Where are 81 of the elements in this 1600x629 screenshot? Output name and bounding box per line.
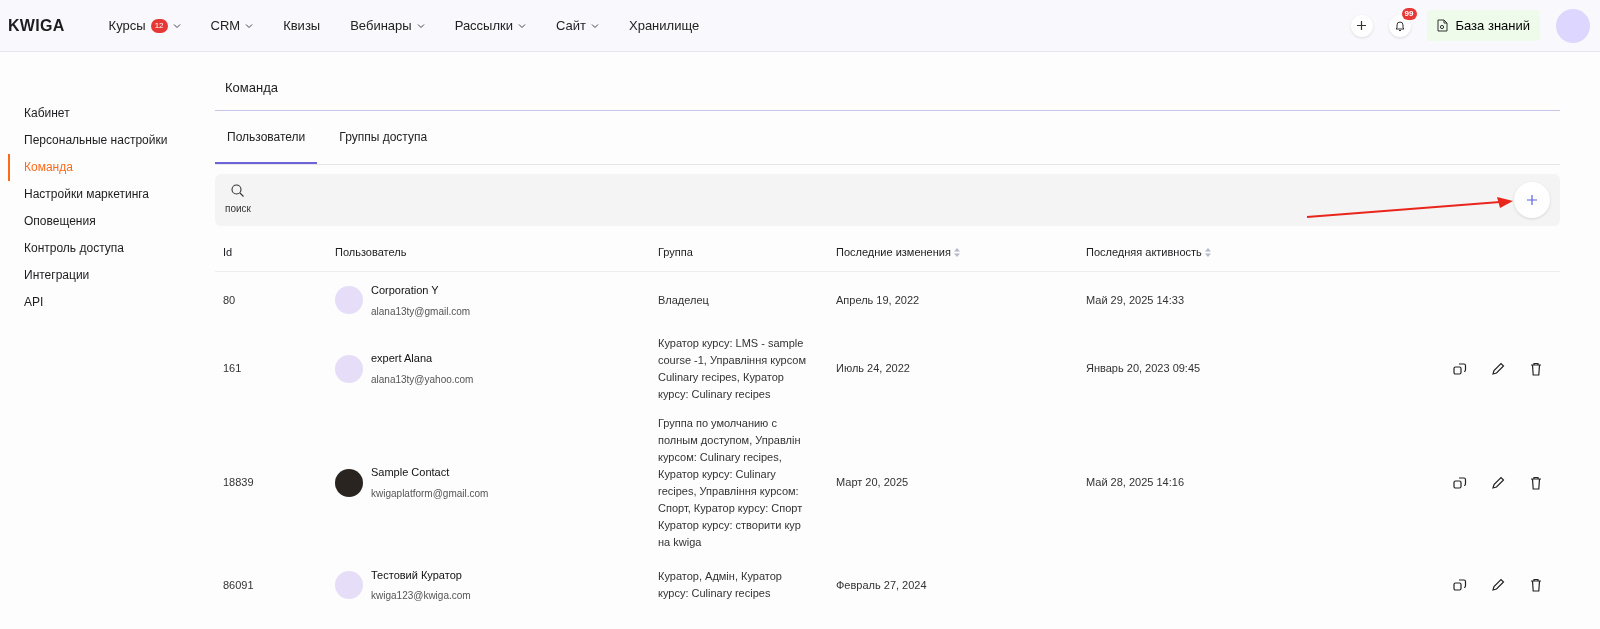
notifications-button[interactable] xyxy=(1388,14,1411,37)
sidebar-item[interactable]: Интеграции xyxy=(8,262,215,289)
sidebar-item[interactable]: Оповещения xyxy=(8,208,215,235)
group-text: курсом: Culinary recipes, xyxy=(658,449,783,465)
user-name: Corporation Y xyxy=(371,283,440,298)
copy-icon[interactable] xyxy=(1452,360,1468,377)
table-cell-text: Январь 20, 2023 09:45 xyxy=(1085,361,1202,377)
sidebar-item[interactable]: Контроль доступа xyxy=(8,235,215,262)
copy-icon[interactable] xyxy=(1452,474,1468,491)
plus-icon xyxy=(1357,21,1366,30)
delete-icon[interactable] xyxy=(1528,360,1544,377)
table-cell: Апрель 19, 2022 xyxy=(828,271,1078,329)
nav-link[interactable]: Сайт xyxy=(556,15,599,36)
table-cell-text: 18839 xyxy=(222,475,255,491)
notification-badge: 99 xyxy=(1401,7,1417,20)
knowledge-base-button[interactable]: База знаний xyxy=(1426,9,1540,42)
nav-link[interactable]: Курсы 12 xyxy=(108,15,181,36)
search-icon xyxy=(231,183,245,197)
avatar xyxy=(335,286,363,315)
group-text: курсу: Culinary recipes xyxy=(658,585,772,601)
column-header: Id xyxy=(215,225,327,272)
group-text: Куратор, Адмін, Куратор xyxy=(658,568,783,584)
edit-icon[interactable] xyxy=(1490,474,1506,491)
nav-link[interactable]: Квизы xyxy=(283,15,321,36)
bell-icon xyxy=(1393,19,1406,32)
nav-link[interactable]: Вебинары xyxy=(350,15,425,36)
copy-icon[interactable] xyxy=(1452,576,1468,593)
document-icon xyxy=(1436,19,1448,32)
photo-placeholder xyxy=(335,468,363,497)
group-text: Владелец xyxy=(658,292,710,308)
group-text: Спорт, Куратор курсу: Спорт xyxy=(658,500,804,516)
group-text: Куратор курсу: LMS - sample xyxy=(658,335,805,351)
group-text: Куратор курсу: створити кур xyxy=(658,517,802,533)
group-text: course -1, Управління курсом xyxy=(658,352,807,368)
user-name: expert Alana xyxy=(371,351,434,367)
nav-link[interactable]: CRM xyxy=(210,15,254,36)
sidebar-item[interactable]: API xyxy=(8,289,215,316)
group-text: курсу: Culinary recipes xyxy=(658,386,772,402)
user-email: kwigaplatform@gmail.com xyxy=(371,486,489,501)
sidebar-item[interactable]: Персональные настройки xyxy=(8,127,215,154)
group-text: Culinary recipes, Куратор xyxy=(658,369,785,385)
table-cell-text: Март 20, 2025 xyxy=(835,475,910,491)
page-title: Команда xyxy=(215,52,1560,111)
nav-link[interactable]: Хранилище xyxy=(629,15,700,36)
delete-icon[interactable] xyxy=(1528,576,1544,593)
user-name: Sample Contact xyxy=(371,465,451,481)
group-text: на kwiga xyxy=(658,534,703,550)
delete-icon[interactable] xyxy=(1528,474,1544,491)
avatar xyxy=(335,570,363,599)
add-button[interactable] xyxy=(1350,14,1373,37)
group-text: Куратор курсу: Culinary xyxy=(658,466,777,482)
table-cell: 80 xyxy=(215,271,327,329)
table-cell-text: 161 xyxy=(222,361,243,377)
column-header: Пользователь xyxy=(327,225,650,272)
group-text: recipes, Управління курсом: xyxy=(658,483,800,499)
column-header[interactable]: Последние изменения xyxy=(828,225,1078,272)
table-cell-text: Май 28, 2025 14:16 xyxy=(1085,475,1185,491)
table-cell-text: 86091 xyxy=(222,577,255,593)
sidebar-item[interactable]: Кабинет xyxy=(8,100,215,127)
tab[interactable]: Пользователи xyxy=(215,110,318,164)
group-text: полным доступом, Управлін xyxy=(658,432,802,448)
table-cell: Май 29, 2025 14:33 xyxy=(1078,271,1343,329)
edit-icon[interactable] xyxy=(1490,360,1506,377)
sidebar-item[interactable]: Настройки маркетинга xyxy=(8,181,215,208)
avatar xyxy=(335,354,363,383)
logo: KWIGA xyxy=(8,15,65,36)
nav-link[interactable]: Рассылки xyxy=(454,15,526,36)
table-cell-text: Февраль 27, 2024 xyxy=(835,577,928,593)
count-badge: 12 xyxy=(150,18,168,33)
edit-icon[interactable] xyxy=(1490,576,1506,593)
user-name: Тестовий Куратор xyxy=(371,567,463,583)
group-text: Группа по умолчанию с xyxy=(658,415,778,431)
column-header[interactable]: Последняя активность xyxy=(1078,225,1343,272)
plus-icon xyxy=(1527,194,1537,205)
column-header: Группа xyxy=(650,225,828,272)
tab[interactable]: Группы доступа xyxy=(327,110,440,164)
table-cell-text: Июль 24, 2022 xyxy=(835,361,911,377)
user-email: kwiga123@kwiga.com xyxy=(371,589,471,603)
user-email: alana13ty@gmail.com xyxy=(371,304,471,319)
user-email: alana13ty@yahoo.com xyxy=(371,372,474,387)
search-button[interactable]: поиск xyxy=(225,183,251,216)
